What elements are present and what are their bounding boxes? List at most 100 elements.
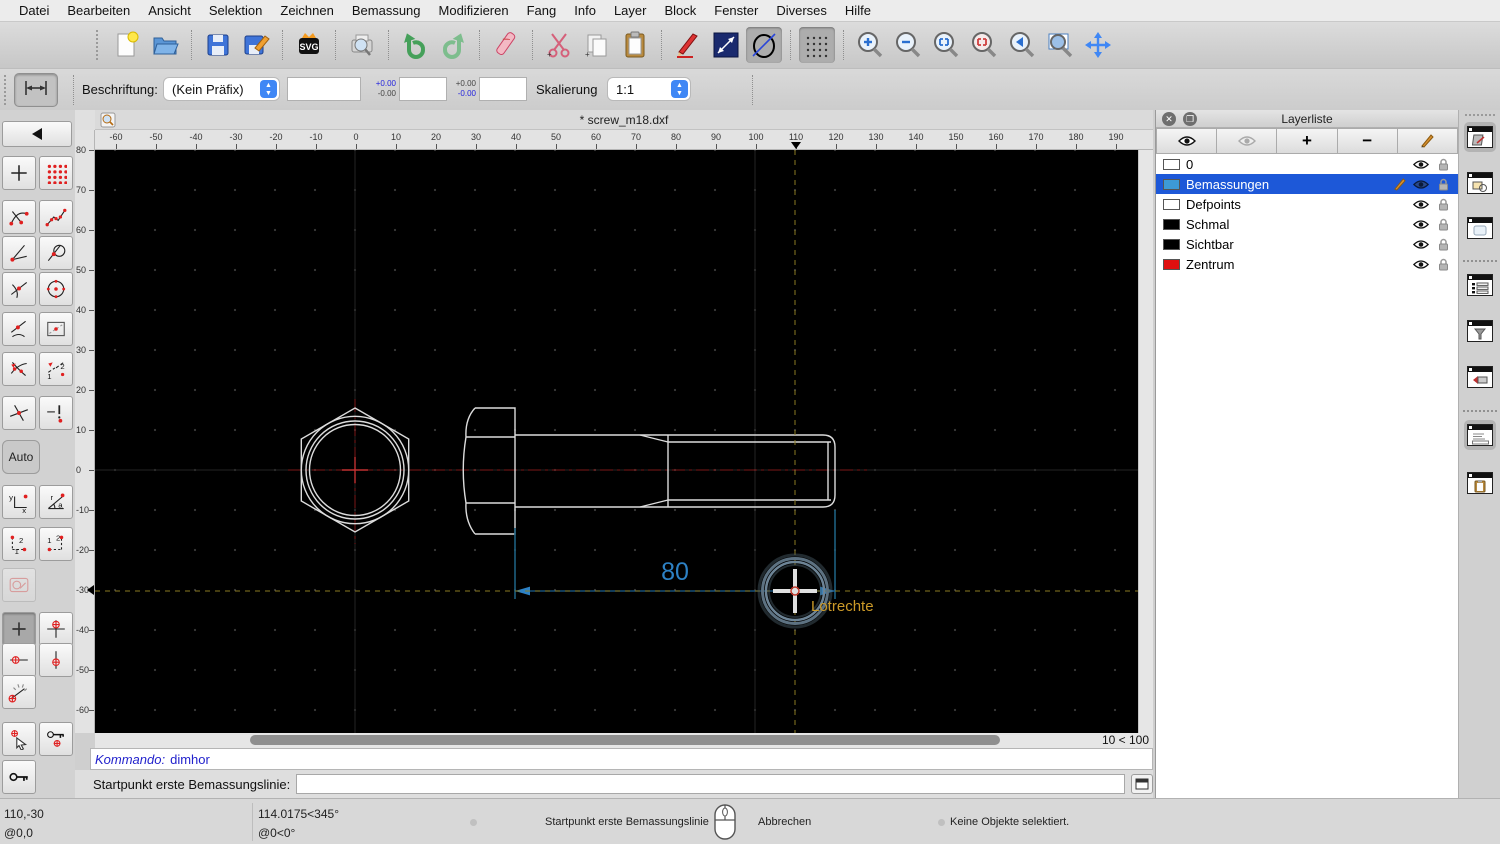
auto-zoom-button[interactable]	[928, 27, 964, 63]
svg-export-button[interactable]: SVG	[291, 27, 327, 63]
layer-visibility-icon[interactable]	[1410, 199, 1432, 210]
snap-center-button[interactable]	[39, 272, 73, 306]
layer-lock-icon[interactable]	[1432, 238, 1454, 251]
command-input[interactable]	[296, 774, 1126, 794]
command-line-dock-button[interactable]	[1464, 420, 1496, 450]
command-widget-dock-button[interactable]	[1464, 362, 1496, 392]
snap-tangent-button[interactable]	[39, 236, 73, 270]
command-panel-toggle-button[interactable]	[1131, 774, 1153, 794]
paste-button[interactable]	[617, 27, 653, 63]
edit-layer-button[interactable]	[1397, 128, 1459, 154]
menu-item-fenster[interactable]: Fenster	[705, 3, 767, 18]
draw-line-button[interactable]	[708, 27, 744, 63]
horizontal-scrollbar[interactable]	[250, 735, 1000, 745]
selection-filter-dock-button[interactable]	[1464, 316, 1496, 346]
dimension-horizontal-tool-button[interactable]	[14, 73, 58, 107]
menu-item-datei[interactable]: Datei	[10, 3, 58, 18]
menu-item-selektion[interactable]: Selektion	[200, 3, 271, 18]
menu-item-info[interactable]: Info	[565, 3, 605, 18]
restrict-off-button[interactable]	[2, 612, 36, 646]
layer-color-swatch[interactable]	[1163, 178, 1180, 190]
layer-color-swatch[interactable]	[1163, 258, 1180, 270]
zoom-window-button[interactable]	[1042, 27, 1078, 63]
restrict-angle-button[interactable]	[2, 675, 36, 709]
open-file-button[interactable]	[147, 27, 183, 63]
layer-lock-icon[interactable]	[1432, 218, 1454, 231]
relative-cartesian-button[interactable]: 12	[2, 527, 36, 561]
menu-item-block[interactable]: Block	[655, 3, 705, 18]
snap-on-entity-button[interactable]	[39, 200, 73, 234]
menu-item-fang[interactable]: Fang	[518, 3, 566, 18]
snap-middle-button[interactable]	[2, 272, 36, 306]
block-list-dock-button[interactable]	[1464, 168, 1496, 198]
relative-polar-button[interactable]: 12	[39, 527, 73, 561]
snap-perpendicular-button[interactable]	[2, 236, 36, 270]
draw-ellipse-button[interactable]	[746, 27, 782, 63]
layer-color-swatch[interactable]	[1163, 198, 1180, 210]
clipboard-dock-button[interactable]	[1464, 468, 1496, 498]
upper-tolerance-input[interactable]	[399, 77, 447, 101]
snap-auto-button[interactable]: Auto	[2, 440, 40, 474]
coordinate-cartesian-button[interactable]: yx	[2, 485, 36, 519]
document-tab[interactable]: * screw_m18.dxf	[95, 110, 1153, 130]
snap-endpoints-button[interactable]	[2, 200, 36, 234]
restrict-vertical-button[interactable]	[39, 643, 73, 677]
undo-button[interactable]	[397, 27, 433, 63]
layer-row-sichtbar[interactable]: Sichtbar	[1156, 234, 1458, 254]
menu-item-bemassung[interactable]: Bemassung	[343, 3, 430, 18]
pan-button[interactable]	[1080, 27, 1116, 63]
layer-lock-icon[interactable]	[1432, 198, 1454, 211]
remove-layer-button[interactable]: −	[1337, 128, 1398, 154]
layer-list-dock-button[interactable]	[1464, 270, 1496, 300]
restrict-horizontal-button[interactable]	[2, 643, 36, 677]
layer-row-0[interactable]: 0	[1156, 154, 1458, 174]
snap-intersection-manual-button[interactable]: 12	[39, 352, 73, 386]
new-file-button[interactable]	[109, 27, 145, 63]
layer-lock-icon[interactable]	[1432, 158, 1454, 171]
restrict-orthogonal-button[interactable]	[39, 612, 73, 646]
add-layer-button[interactable]: +	[1277, 128, 1338, 154]
float-panel-button[interactable]: ❐	[1183, 112, 1197, 126]
copy-button[interactable]: +	[579, 27, 615, 63]
dimension-label-input[interactable]	[287, 77, 361, 101]
layer-visibility-icon[interactable]	[1410, 239, 1432, 250]
show-all-layers-button[interactable]	[1156, 128, 1218, 154]
layer-lock-icon[interactable]	[1432, 178, 1454, 191]
unlock-relative-zero-button[interactable]	[2, 760, 36, 794]
layer-row-bemassungen[interactable]: Bemassungen	[1156, 174, 1458, 194]
layer-visibility-icon[interactable]	[1410, 259, 1432, 270]
layer-row-defpoints[interactable]: Defpoints	[1156, 194, 1458, 214]
snap-reference-button[interactable]	[39, 312, 73, 346]
prefix-select[interactable]: (Kein Präfix) ▲ ▼	[163, 77, 280, 101]
zoom-selection-button[interactable]	[966, 27, 1002, 63]
snap-distance-button[interactable]	[39, 396, 73, 430]
menu-item-modifizieren[interactable]: Modifizieren	[430, 3, 518, 18]
menu-item-diverses[interactable]: Diverses	[767, 3, 836, 18]
menu-item-ansicht[interactable]: Ansicht	[139, 3, 200, 18]
vertical-scrollbar[interactable]	[1138, 150, 1153, 733]
redo-button[interactable]	[435, 27, 471, 63]
coordinate-polar-button[interactable]: ra	[39, 485, 73, 519]
zoom-out-button[interactable]	[890, 27, 926, 63]
snap-grid-button[interactable]	[39, 156, 73, 190]
cut-button[interactable]: +	[541, 27, 577, 63]
save-button[interactable]	[200, 27, 236, 63]
close-panel-button[interactable]: ✕	[1162, 112, 1176, 126]
save-as-button[interactable]	[238, 27, 274, 63]
toolbar-drag-handle[interactable]	[96, 30, 102, 60]
menu-item-layer[interactable]: Layer	[605, 3, 656, 18]
property-editor-dock-button[interactable]	[1464, 122, 1496, 152]
previous-view-button[interactable]	[1004, 27, 1040, 63]
layer-color-swatch[interactable]	[1163, 218, 1180, 230]
layer-visibility-icon[interactable]	[1410, 159, 1432, 170]
hide-all-layers-button[interactable]	[1217, 128, 1278, 154]
layer-edit-icon[interactable]	[1388, 177, 1410, 191]
layer-color-swatch[interactable]	[1163, 158, 1180, 170]
delete-button[interactable]	[488, 27, 524, 63]
snap-free-button[interactable]	[2, 156, 36, 190]
drawing-canvas[interactable]: 80 Lotrechte	[95, 150, 1138, 733]
menu-item-hilfe[interactable]: Hilfe	[836, 3, 880, 18]
restrict-snap-disabled-button[interactable]	[2, 568, 36, 602]
snap-intersection-button[interactable]	[2, 396, 36, 430]
lock-relative-zero-button[interactable]	[39, 722, 73, 756]
